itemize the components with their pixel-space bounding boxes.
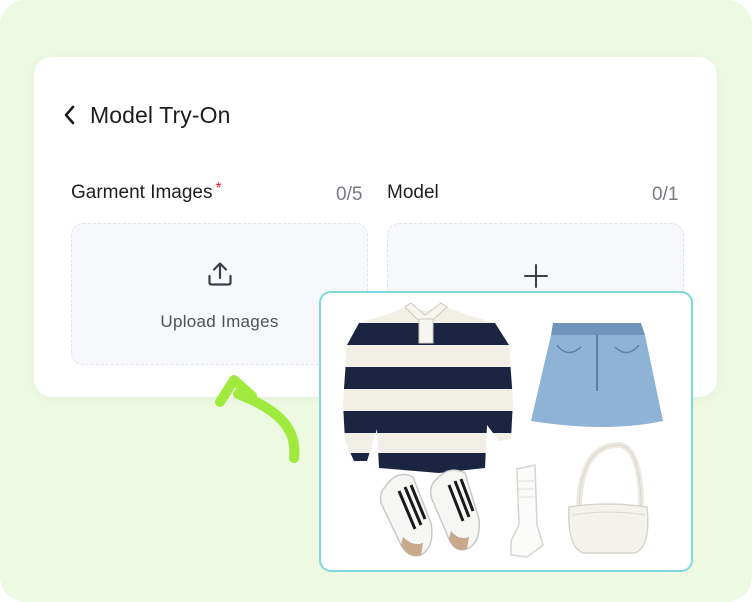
plus-icon — [524, 264, 548, 288]
model-label: Model — [387, 182, 439, 204]
garment-images-label: Garment Images * — [71, 180, 222, 204]
model-label-text: Model — [387, 182, 439, 203]
curved-arrow-icon — [215, 375, 300, 463]
garment-count: 0/5 — [336, 184, 363, 205]
page-title: Model Try-On — [90, 101, 231, 128]
sneakers — [379, 469, 480, 557]
garment-images-label-text: Garment Images — [71, 182, 213, 203]
denim-skirt — [531, 323, 663, 427]
white-socks — [510, 464, 544, 558]
outfit-illustration — [343, 302, 663, 558]
model-count: 0/1 — [652, 184, 679, 205]
chevron-left-icon[interactable] — [62, 103, 78, 127]
outfit-image — [319, 291, 693, 572]
white-shoulder-bag — [568, 441, 649, 554]
page-header: Model Try-On — [62, 98, 231, 132]
required-asterisk: * — [215, 180, 222, 197]
upload-icon — [208, 262, 232, 286]
